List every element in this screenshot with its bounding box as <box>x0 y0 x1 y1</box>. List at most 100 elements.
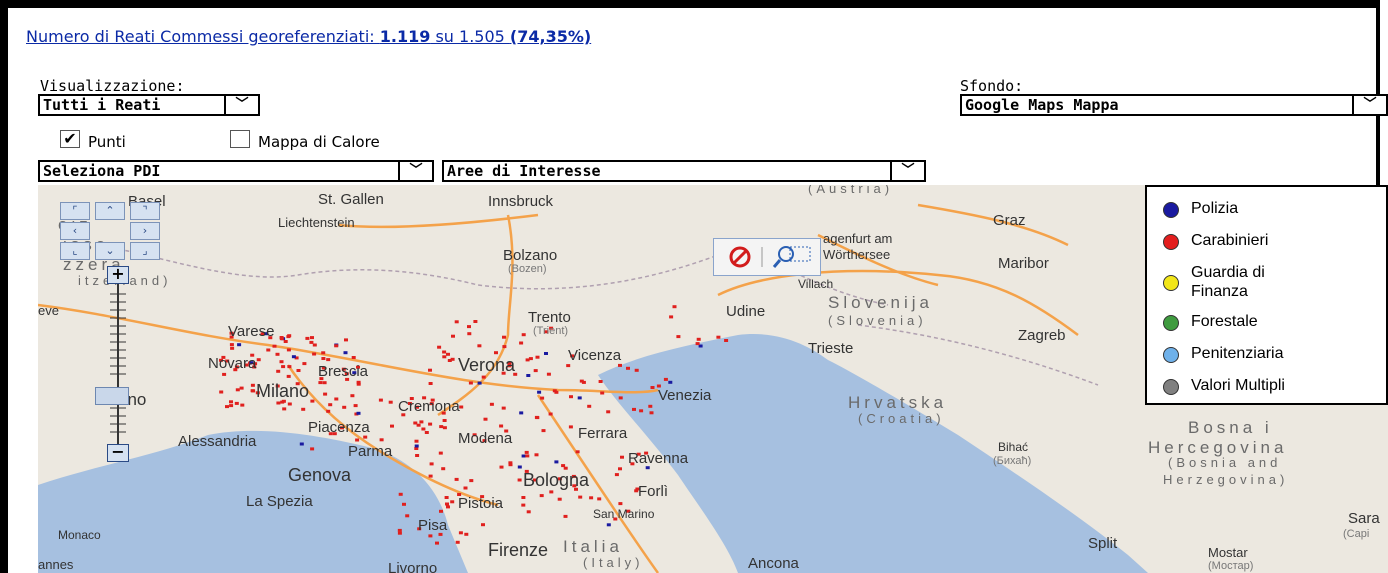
crime-point[interactable] <box>350 394 355 398</box>
crime-point[interactable] <box>439 425 444 429</box>
crime-point[interactable] <box>494 351 498 355</box>
crime-point[interactable] <box>517 465 522 469</box>
crime-point[interactable] <box>229 400 233 404</box>
crime-point[interactable] <box>568 425 573 429</box>
crime-point[interactable] <box>676 335 681 339</box>
crime-point[interactable] <box>318 381 323 385</box>
crime-point[interactable] <box>414 444 419 448</box>
crime-point[interactable] <box>606 523 611 527</box>
pan-up-button[interactable]: ⌃ <box>95 202 125 220</box>
crime-point[interactable] <box>240 403 245 407</box>
crime-point[interactable] <box>310 447 315 451</box>
crime-point[interactable] <box>310 336 314 340</box>
crime-point[interactable] <box>501 406 506 410</box>
crime-point[interactable] <box>534 415 539 419</box>
crime-point[interactable] <box>672 305 677 309</box>
crime-point[interactable] <box>648 404 653 408</box>
crime-point[interactable] <box>467 325 471 329</box>
crime-point[interactable] <box>483 417 488 421</box>
crime-point[interactable] <box>467 332 472 336</box>
crime-point[interactable] <box>276 369 281 373</box>
crime-point[interactable] <box>442 355 447 359</box>
crime-point[interactable] <box>296 369 301 372</box>
crime-point[interactable] <box>351 356 356 359</box>
crime-point[interactable] <box>219 390 224 394</box>
crime-point[interactable] <box>618 502 623 506</box>
zoom-slider-track[interactable] <box>105 284 131 444</box>
crime-point[interactable] <box>398 492 403 496</box>
crime-point[interactable] <box>566 364 571 368</box>
crime-point[interactable] <box>451 334 455 338</box>
crime-point[interactable] <box>437 345 442 349</box>
crime-point[interactable] <box>639 409 644 413</box>
crime-point[interactable] <box>454 477 459 481</box>
crime-point[interactable] <box>321 351 326 355</box>
crime-point[interactable] <box>499 465 504 469</box>
crime-point[interactable] <box>546 372 551 376</box>
crime-point[interactable] <box>309 340 314 344</box>
crime-point[interactable] <box>312 343 317 347</box>
crime-point[interactable] <box>626 366 630 370</box>
crime-point[interactable] <box>597 497 602 501</box>
crime-point[interactable] <box>669 315 674 319</box>
crime-point[interactable] <box>668 380 673 384</box>
crime-point[interactable] <box>541 429 546 433</box>
crime-point[interactable] <box>334 344 339 348</box>
crime-point[interactable] <box>589 496 594 500</box>
crime-point[interactable] <box>353 404 358 408</box>
crime-point[interactable] <box>326 409 331 413</box>
pan-up-right-button[interactable]: ⌝ <box>130 202 160 220</box>
crime-point[interactable] <box>402 502 406 506</box>
crime-point[interactable] <box>279 360 284 364</box>
georeferenced-count-link[interactable]: Numero di Reati Commessi georeferenziati… <box>26 27 591 46</box>
crime-point[interactable] <box>322 381 327 385</box>
crime-point[interactable] <box>299 442 304 446</box>
crime-point[interactable] <box>695 342 700 346</box>
crime-point[interactable] <box>535 355 540 359</box>
crime-point[interactable] <box>499 424 504 428</box>
crime-point[interactable] <box>250 389 255 393</box>
crime-point[interactable] <box>283 340 288 343</box>
crime-point[interactable] <box>618 363 622 367</box>
crime-point[interactable] <box>696 337 701 341</box>
crime-point[interactable] <box>250 383 255 387</box>
crime-point[interactable] <box>445 502 449 506</box>
crime-point[interactable] <box>397 528 402 532</box>
crime-point[interactable] <box>429 462 434 466</box>
crime-point[interactable] <box>442 350 447 354</box>
pan-down-right-button[interactable]: ⌟ <box>130 242 160 260</box>
crime-point[interactable] <box>533 369 538 373</box>
pan-left-button[interactable]: ‹ <box>60 222 90 240</box>
crime-point[interactable] <box>291 355 296 359</box>
crime-point[interactable] <box>632 407 636 411</box>
crime-point[interactable] <box>235 388 240 392</box>
crime-point[interactable] <box>446 505 450 509</box>
crime-point[interactable] <box>428 422 433 426</box>
pan-down-left-button[interactable]: ⌞ <box>60 242 90 260</box>
crime-point[interactable] <box>256 358 261 362</box>
crime-point[interactable] <box>272 344 277 348</box>
crime-point[interactable] <box>326 358 331 362</box>
crime-point[interactable] <box>397 531 402 535</box>
crime-point[interactable] <box>716 335 721 339</box>
crime-point[interactable] <box>569 395 573 399</box>
crime-point[interactable] <box>614 473 619 477</box>
crime-point[interactable] <box>606 410 611 414</box>
crime-point[interactable] <box>378 398 383 402</box>
crime-point[interactable] <box>321 357 326 360</box>
visualizzazione-select[interactable]: Tutti i Reati ﹀ <box>38 94 260 116</box>
crime-point[interactable] <box>481 523 485 527</box>
crime-point[interactable] <box>405 514 410 518</box>
crime-point[interactable] <box>287 365 292 369</box>
crime-point[interactable] <box>438 451 443 455</box>
crime-point[interactable] <box>464 532 469 536</box>
crime-point[interactable] <box>229 343 234 347</box>
crime-point[interactable] <box>561 464 566 468</box>
crime-point[interactable] <box>521 333 526 337</box>
crime-point[interactable] <box>234 401 239 405</box>
crime-point[interactable] <box>435 541 439 545</box>
crime-point[interactable] <box>481 375 486 379</box>
crime-point[interactable] <box>544 352 548 355</box>
crime-point[interactable] <box>286 335 291 339</box>
crime-point[interactable] <box>305 336 310 340</box>
